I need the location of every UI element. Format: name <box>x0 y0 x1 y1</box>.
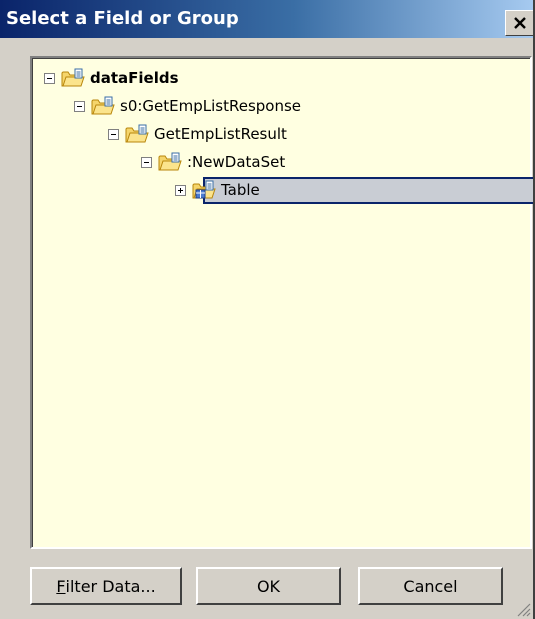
filter-accel-letter: F <box>56 576 66 596</box>
dialog-title: Select a Field or Group <box>6 8 239 29</box>
folder-data-icon <box>61 68 85 87</box>
tree-node-getemplistresult[interactable]: GetEmpListResult <box>108 121 287 147</box>
field-tree[interactable]: dataFields s0:GetEmpListResponse GetEmpL… <box>30 56 533 549</box>
folder-table-icon <box>192 180 216 199</box>
node-label: dataFields <box>90 69 179 87</box>
ok-button-label: OK <box>256 576 281 596</box>
node-label: s0:GetEmpListResponse <box>120 97 302 115</box>
resize-grip-icon[interactable] <box>515 601 531 617</box>
collapse-toggle[interactable] <box>108 128 119 140</box>
node-label: :NewDataSet <box>187 153 286 171</box>
select-field-dialog: Select a Field or Group dataFields s0:Ge… <box>0 0 535 619</box>
title-bar[interactable]: Select a Field or Group <box>0 0 533 38</box>
tree-inner: dataFields s0:GetEmpListResponse GetEmpL… <box>32 58 533 547</box>
tree-node-getemplistresponse[interactable]: s0:GetEmpListResponse <box>74 93 301 119</box>
tree-node-newdataset[interactable]: :NewDataSet <box>141 149 285 175</box>
node-label: Table <box>221 181 260 199</box>
cancel-button-label: Cancel <box>403 576 458 596</box>
folder-data-icon <box>158 152 182 171</box>
collapse-toggle[interactable] <box>141 156 152 168</box>
tree-node-table[interactable]: Table <box>175 177 260 203</box>
collapse-toggle[interactable] <box>44 72 55 84</box>
expand-toggle[interactable] <box>175 184 186 196</box>
close-icon <box>514 17 526 29</box>
tree-node-datafields[interactable]: dataFields <box>44 65 179 91</box>
ok-button[interactable]: OK <box>196 567 341 605</box>
cancel-button[interactable]: Cancel <box>358 567 503 605</box>
filter-button-label: ilter Data... <box>65 576 156 596</box>
filter-data-button[interactable]: Filter Data... <box>30 567 182 605</box>
node-label: GetEmpListResult <box>154 125 287 143</box>
collapse-toggle[interactable] <box>74 100 85 112</box>
folder-data-icon <box>125 124 149 143</box>
folder-data-icon <box>91 96 115 115</box>
close-button[interactable] <box>505 10 533 36</box>
